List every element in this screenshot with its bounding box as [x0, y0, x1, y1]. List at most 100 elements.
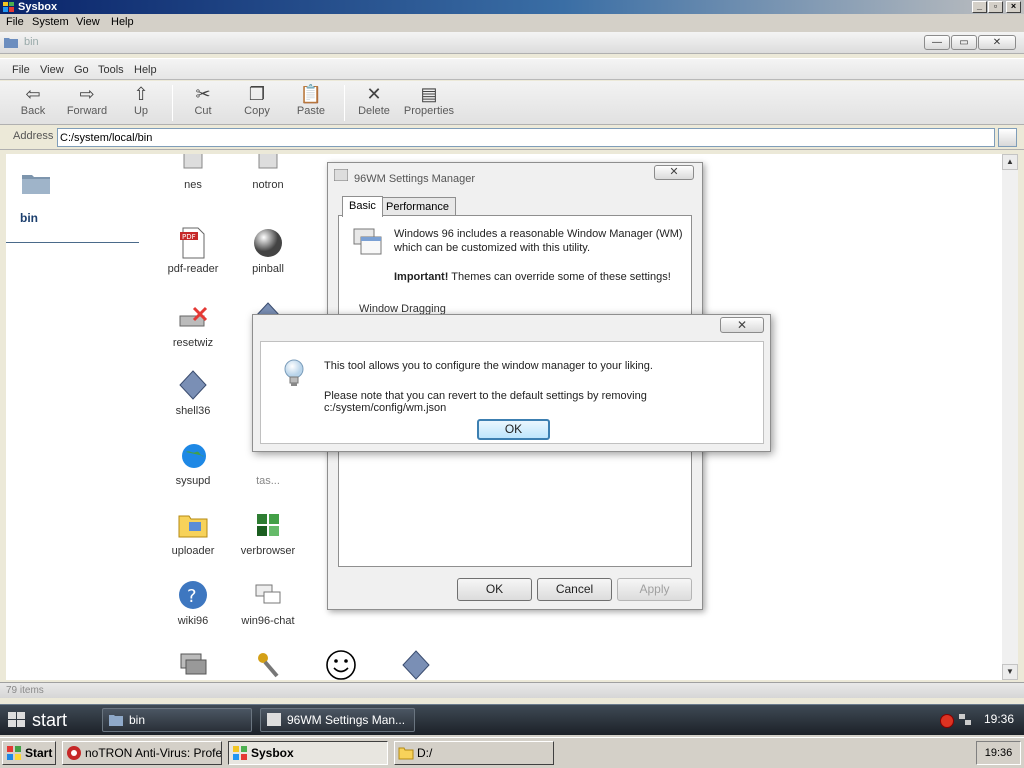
- file-item[interactable]: uploader: [157, 508, 229, 557]
- file-item[interactable]: youare: [305, 648, 377, 680]
- settings-ok-button[interactable]: OK: [457, 578, 532, 601]
- back-arrow-icon: ⇦: [25, 84, 41, 104]
- menu-system[interactable]: System: [32, 16, 69, 28]
- copy-button[interactable]: ❐ Copy: [232, 83, 282, 123]
- address-label: Address: [13, 130, 54, 142]
- explorer-close-button[interactable]: ✕: [978, 35, 1016, 50]
- explorer-menu-view[interactable]: View: [40, 64, 64, 76]
- taskbar-item-sysbox[interactable]: Sysbox: [228, 741, 388, 765]
- menu-help[interactable]: Help: [111, 16, 134, 28]
- windows-logo-icon: [8, 712, 25, 727]
- help-icon: ?: [179, 581, 207, 609]
- forward-button[interactable]: ⇨ Forward: [62, 83, 112, 123]
- settings-close-button[interactable]: ✕: [654, 165, 694, 180]
- start-button[interactable]: Start: [2, 741, 56, 765]
- cut-button[interactable]: ✂ Cut: [178, 83, 228, 123]
- folder-icon: [4, 38, 18, 48]
- forward-arrow-icon: ⇨: [79, 84, 95, 104]
- restore-button[interactable]: ▫: [988, 1, 1003, 13]
- sysbox-menubar: File System View Help: [0, 14, 1024, 31]
- menu-file[interactable]: File: [6, 16, 24, 28]
- address-go-button[interactable]: [998, 128, 1017, 147]
- toolbar-separator: [172, 85, 173, 121]
- settings-apply-button[interactable]: Apply: [617, 578, 692, 601]
- stop-icon[interactable]: [940, 714, 954, 728]
- file-item[interactable]: nes: [157, 154, 229, 191]
- explorer-menu-help[interactable]: Help: [134, 64, 157, 76]
- status-bar: 79 items: [0, 682, 1024, 698]
- reset-icon: [179, 306, 208, 327]
- globe-icon: [182, 444, 206, 468]
- windows-icon: [353, 228, 382, 255]
- minimize-button[interactable]: _: [972, 1, 987, 13]
- taskbar-item-notron[interactable]: noTRON Anti-Virus: Profes...: [62, 741, 222, 765]
- chat-icon: [255, 584, 281, 604]
- file-item[interactable]: pinball: [232, 226, 304, 275]
- file-item[interactable]: ? wiki96: [157, 578, 229, 627]
- folder-icon: [398, 747, 414, 760]
- address-input[interactable]: [57, 128, 995, 147]
- menu-view[interactable]: View: [76, 16, 100, 28]
- file-item[interactable]: win96-chat: [232, 578, 304, 627]
- copy-icon: ❐: [248, 84, 266, 104]
- shell-icon: [179, 370, 207, 400]
- taskbar-item-bin[interactable]: bin: [102, 708, 252, 732]
- properties-icon: ▤: [420, 84, 438, 104]
- notron-icon: [67, 746, 81, 760]
- explorer-minimize-button[interactable]: —: [924, 35, 950, 50]
- settings-title: 96WM Settings Manager: [354, 173, 476, 185]
- network-icon[interactable]: [958, 713, 972, 727]
- uploader-icon: [178, 515, 208, 538]
- file-item[interactable]: verbrowser: [232, 508, 304, 557]
- inner-start-button[interactable]: start: [2, 707, 90, 733]
- explorer-maximize-button[interactable]: ▭: [951, 35, 977, 50]
- file-item[interactable]: resetwiz: [157, 300, 229, 349]
- file-item[interactable]: shell36: [157, 368, 229, 417]
- explorer-menu-tools[interactable]: Tools: [98, 64, 124, 76]
- inner-clock: 19:36: [984, 712, 1015, 726]
- outer-clock: 19:36: [976, 741, 1021, 765]
- up-button[interactable]: ⇧ Up: [116, 83, 166, 123]
- explorer-toolbar: ⇦ Back ⇨ Forward ⇧ Up ✂ Cut ❐ Copy 📋 Paste ✕ De…: [0, 81, 1024, 125]
- info-message: This tool allows you to configure the wi…: [324, 360, 653, 372]
- paste-icon: 📋: [299, 84, 323, 104]
- file-item[interactable]: wpa: [232, 648, 304, 680]
- scroll-down-icon[interactable]: ▼: [1002, 664, 1018, 680]
- file-item[interactable]: notron: [232, 154, 304, 191]
- back-button[interactable]: ⇦ Back: [8, 83, 58, 123]
- file-item[interactable]: PDF pdf-reader: [157, 226, 229, 275]
- windows-flag-icon: [257, 514, 279, 536]
- properties-button[interactable]: ▤ Properties: [403, 83, 455, 123]
- taskbar-item-drive-d[interactable]: D:/: [394, 741, 554, 765]
- sysbox-app-icon: [3, 2, 14, 12]
- explorer-titlebar[interactable]: bin — ▭ ✕: [0, 32, 1024, 54]
- inner-taskbar: start bin 96WM Settings Man... 19:36: [0, 704, 1024, 735]
- left-pane: bin: [6, 154, 139, 680]
- tab-performance[interactable]: Performance: [379, 197, 456, 216]
- settings-cancel-button[interactable]: Cancel: [537, 578, 612, 601]
- vertical-scrollbar[interactable]: ▲ ▼: [1002, 154, 1018, 680]
- sysbox-app-icon: [233, 746, 247, 760]
- current-folder-label: bin: [20, 211, 38, 225]
- file-item[interactable]: wmsm: [157, 648, 229, 680]
- delete-button[interactable]: ✕ Delete: [349, 83, 399, 123]
- pdf-icon: PDF: [180, 227, 205, 259]
- item-count: 79 items: [6, 685, 44, 696]
- settings-description: Windows 96 includes a reasonable Window …: [394, 228, 683, 254]
- explorer-menu-go[interactable]: Go: [74, 64, 89, 76]
- paste-button[interactable]: 📋 Paste: [286, 83, 336, 123]
- zip-icon: [402, 650, 430, 680]
- settings-warning: Important! Themes can override some of t…: [394, 271, 671, 283]
- taskbar-item-settings[interactable]: 96WM Settings Man...: [260, 708, 415, 732]
- file-item[interactable]: zip-mounter-ui: [380, 648, 452, 680]
- scroll-up-icon[interactable]: ▲: [1002, 154, 1018, 170]
- sysbox-titlebar[interactable]: Sysbox _ ▫ ×: [0, 0, 1024, 14]
- file-item[interactable]: sysupd: [157, 438, 229, 487]
- info-close-button[interactable]: ✕: [720, 317, 764, 333]
- generic-icon: [183, 154, 203, 169]
- notron-icon: [258, 154, 278, 169]
- explorer-menu-file[interactable]: File: [12, 64, 30, 76]
- info-ok-button[interactable]: OK: [477, 419, 550, 440]
- close-button[interactable]: ×: [1006, 1, 1021, 13]
- tab-basic[interactable]: Basic: [342, 196, 383, 217]
